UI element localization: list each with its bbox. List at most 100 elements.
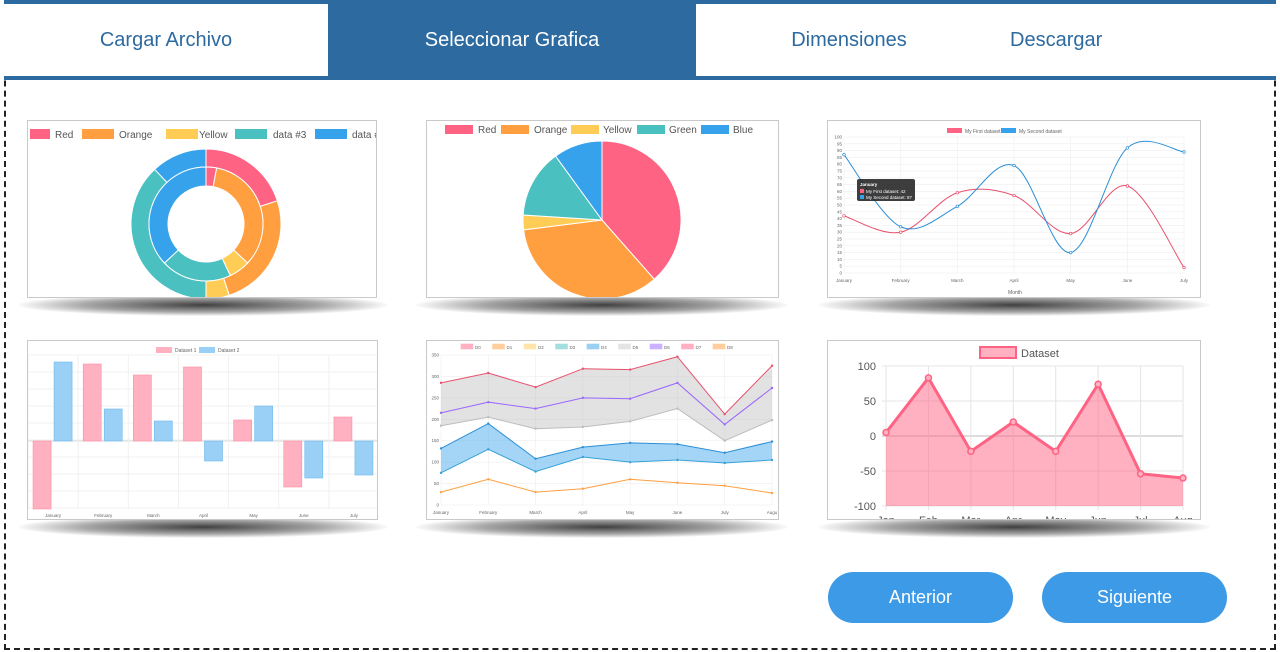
x-tick-label: March <box>951 278 964 283</box>
prev-button[interactable]: Anterior <box>828 572 1013 623</box>
bar <box>103 408 123 442</box>
data-point <box>955 204 959 209</box>
next-button[interactable]: Siguiente <box>1042 572 1227 623</box>
data-point <box>534 407 537 410</box>
data-point <box>581 396 585 400</box>
data-point <box>882 428 890 437</box>
tab-cargar-archivo[interactable]: Cargar Archivo <box>4 4 328 76</box>
stacked-area-chart: D0 D1 D2 D3 D4 D5 D6 D7 D8 350 300 250 200 150 100 50 0… <box>431 343 778 515</box>
doughnut-chart: Red Orange Yellow data #3 data # <box>30 129 376 297</box>
data-point <box>967 447 975 456</box>
data-point <box>487 478 490 481</box>
bar <box>82 363 102 442</box>
y-tick-label: 45 <box>837 209 843 214</box>
data-point <box>924 374 933 382</box>
legend-label: Yellow <box>199 130 228 141</box>
donut-inner-ring <box>148 166 264 282</box>
data-point <box>628 478 632 481</box>
y-tick-label: 250 <box>431 395 439 400</box>
y-tick-label: 25 <box>837 237 843 242</box>
y-tick-label: -100 <box>854 501 876 513</box>
data-point <box>534 427 537 430</box>
chart-option-stacked-area[interactable]: D0 D1 D2 D3 D4 D5 D6 D7 D8 350 300 250 200 150 100 50 0… <box>426 340 779 520</box>
data-point <box>1182 265 1186 270</box>
x-tick-label: April <box>1009 278 1018 283</box>
y-tick-label: 0 <box>839 271 842 276</box>
chart-option-bar[interactable]: Dataset 1 Dataset 2 January February March… <box>27 340 378 520</box>
y-ticks: 350 300 250 200 150 100 50 0 <box>431 353 439 508</box>
data-point <box>1069 231 1073 236</box>
y-tick-label: 200 <box>431 417 439 422</box>
data-point <box>723 451 726 454</box>
data-point <box>842 214 846 218</box>
wizard-frame <box>4 0 1276 650</box>
chart-option-line[interactable]: My First dataset My Second dataset 100 95… <box>827 120 1201 298</box>
data-point <box>581 455 585 459</box>
x-tick-label: May <box>626 510 635 515</box>
legend-label: D7 <box>696 345 702 350</box>
pie-slices <box>522 140 682 297</box>
pie-chart: Red Orange Yellow Green Blue <box>445 125 753 297</box>
data-point <box>1012 163 1016 168</box>
y-ticks: 1009590858075706560555045403530252015105… <box>834 135 842 276</box>
x-tick-label: May <box>1066 278 1075 283</box>
y-tick-label: 350 <box>431 353 439 358</box>
y-tick-label: 75 <box>837 169 843 174</box>
tab-seleccionar-grafica[interactable]: Seleccionar Grafica <box>328 4 696 76</box>
tooltip-line: My First dataset: 42 <box>866 189 906 194</box>
x-tick-label: July <box>721 510 730 515</box>
data-point <box>676 381 679 385</box>
x-tick-label: March <box>529 510 542 515</box>
y-tick-label: 50 <box>864 396 876 408</box>
y-tick-label: 20 <box>837 243 843 248</box>
data-point <box>676 442 679 446</box>
y-tick-label: 5 <box>839 264 842 269</box>
legend-label: Red <box>55 130 73 141</box>
data-point <box>487 415 490 419</box>
line-chart: My First dataset My Second dataset 10095… <box>834 128 1189 296</box>
data-point <box>723 461 726 465</box>
data-point <box>1009 418 1018 426</box>
legend-label: data #3 <box>273 130 307 141</box>
y-tick-label: 65 <box>837 182 843 187</box>
tooltip: January My First dataset: 42 My Second d… <box>857 179 915 201</box>
data-point <box>439 381 443 385</box>
x-ticks: January February March April May June July <box>45 513 359 518</box>
data-point <box>1125 146 1129 150</box>
x-tick-label: January <box>45 513 62 518</box>
data-point <box>1069 250 1073 255</box>
data-point <box>723 484 726 487</box>
data-point <box>628 460 632 464</box>
tooltip-line: My Second dataset: 87 <box>866 195 913 200</box>
data-point <box>676 407 679 410</box>
legend-label: My Second dataset <box>1019 129 1062 135</box>
chart-option-area[interactable]: Dataset 100 50 0 -50 -100 Jan Feb Mar Apr May Jun… <box>827 340 1201 520</box>
tab-descargar[interactable]: Descargar <box>1002 4 1276 76</box>
y-tick-label: 80 <box>837 162 843 167</box>
tab-dimensiones[interactable]: Dimensiones <box>696 4 1002 76</box>
data-point <box>534 490 537 494</box>
bar <box>154 420 173 442</box>
area-fill <box>886 377 1183 506</box>
data-point <box>628 397 632 400</box>
x-tick-label: Jul <box>1134 515 1148 520</box>
data-point <box>487 448 490 451</box>
x-tick-label: Apr <box>1005 515 1022 520</box>
bar <box>333 416 353 442</box>
y-tick-label: 100 <box>834 135 842 140</box>
legend-label: Orange <box>119 130 153 141</box>
data-point <box>628 420 632 423</box>
line-grid <box>843 136 1185 274</box>
data-point <box>628 368 632 371</box>
chart-option-pie[interactable]: Red Orange Yellow Green Blue <box>426 120 779 298</box>
chart-option-doughnut[interactable]: Red Orange Yellow data #3 data # <box>27 120 377 298</box>
bar <box>254 405 273 442</box>
data-point <box>723 412 726 416</box>
legend-label: D6 <box>664 345 670 350</box>
y-tick-label: 30 <box>837 230 843 235</box>
legend-label: Green <box>669 125 697 136</box>
y-tick-label: 95 <box>837 141 843 146</box>
data-point <box>487 400 490 404</box>
data-point <box>676 481 679 484</box>
y-tick-label: 100 <box>858 361 876 373</box>
